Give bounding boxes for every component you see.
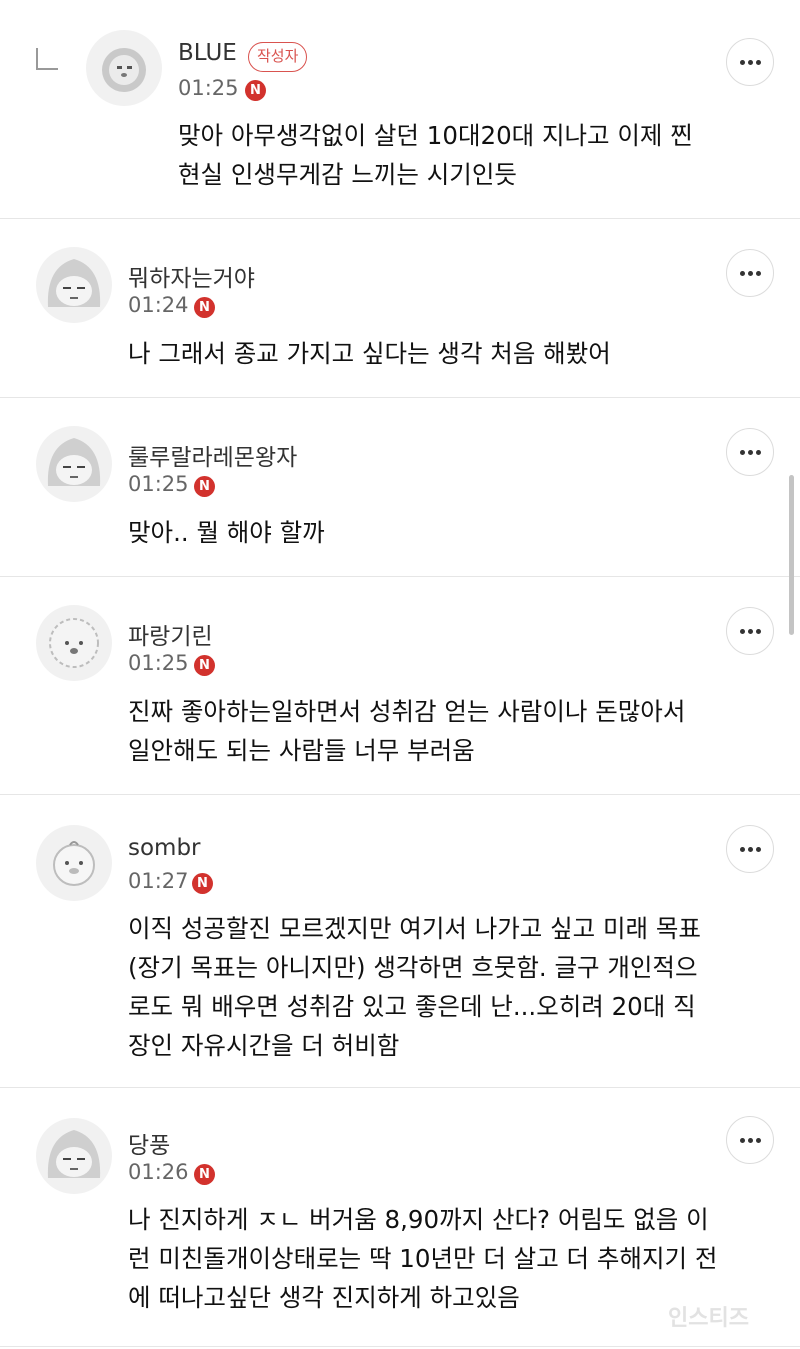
new-badge: N [194,1164,215,1185]
comment-item: sombr 01:27 N 이직 성공할진 모르겠지만 여기서 나가고 싶고 미… [0,795,800,1088]
avatar[interactable] [36,605,112,681]
comment-time: 01:25 [128,472,189,496]
more-options-button[interactable] [726,607,774,655]
comment-time: 01:24 [128,293,189,317]
watermark: 인스티즈 [668,1306,749,1331]
author-badge: 작성자 [248,42,308,72]
avatar[interactable] [86,30,162,106]
comment-time: 01:25 [178,76,239,100]
reply-arrow-icon [36,48,58,70]
comment-author-name[interactable]: sombr [128,835,201,861]
comment-author-name[interactable]: 파랑기린 [128,617,213,651]
chick-character-icon [53,841,95,886]
more-options-button[interactable] [726,249,774,297]
comment-text: 나 진지하게 ㅈㄴ 버거움 8,90까지 산다? 어림도 없음 이 런 미친돌개… [128,1205,718,1312]
avatar[interactable] [36,426,112,502]
new-badge: N [194,297,215,318]
lion-character-icon [102,48,146,92]
comment-time: 01:25 [128,651,189,675]
more-options-button[interactable] [726,38,774,86]
comment-item: BLUE 작성자 01:25 N 맞아 아무생각없이 살던 10대20대 지나고… [0,0,800,219]
comment-text: 진짜 좋아하는일하면서 성취감 얻는 사람이나 돈많아서 일안해도 되는 사람들… [128,697,686,765]
comment-text: 맞아 아무생각없이 살던 10대20대 지나고 이제 찐 현실 인생무게감 느끼… [178,121,693,189]
avatar[interactable] [36,825,112,901]
comment-text: 이직 성공할진 모르겠지만 여기서 나가고 싶고 미래 목표 (장기 목표는 아… [128,914,701,1060]
avatar[interactable] [36,247,112,323]
comment-author-name[interactable]: 룰루랄라레몬왕자 [128,438,297,472]
avatar[interactable] [36,1118,112,1194]
comment-text: 나 그래서 종교 가지고 싶다는 생각 처음 해봤어 [128,339,611,368]
scrollbar[interactable] [789,475,794,635]
more-options-button[interactable] [726,428,774,476]
comment-author-name[interactable]: BLUE [178,40,237,66]
new-badge: N [245,80,266,101]
hooded-character-icon [47,1130,101,1178]
comment-author-name[interactable]: 당풍 [128,1126,170,1160]
comment-item: 룰루랄라레몬왕자 01:25 N 맞아.. 뭘 해야 할까 [0,398,800,577]
comment-author-name[interactable]: 뭐하자는거야 [128,259,255,293]
comment-text: 맞아.. 뭘 해야 할까 [128,518,325,547]
hooded-character-icon [47,259,101,307]
more-options-button[interactable] [726,825,774,873]
new-badge: N [194,655,215,676]
comment-item: 파랑기린 01:25 N 진짜 좋아하는일하면서 성취감 얻는 사람이나 돈많아… [0,577,800,795]
hooded-character-icon [47,438,101,486]
poodle-character-icon [49,618,99,668]
new-badge: N [194,476,215,497]
new-badge: N [192,873,213,894]
comment-time: 01:27 [128,869,189,893]
comment-item: 뭐하자는거야 01:24 N 나 그래서 종교 가지고 싶다는 생각 처음 해봤… [0,219,800,398]
comment-time: 01:26 [128,1160,189,1184]
divider [0,1346,800,1347]
more-options-button[interactable] [726,1116,774,1164]
